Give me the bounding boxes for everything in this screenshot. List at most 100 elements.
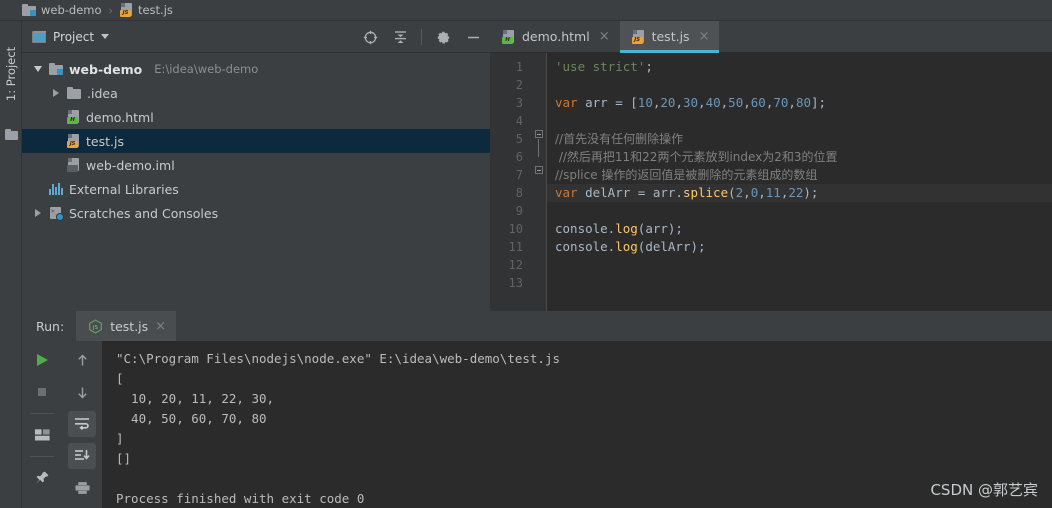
code-line: console.log(arr); xyxy=(555,220,1052,238)
scratches-icon: >_ xyxy=(49,206,64,221)
token: //splice 操作的返回值是被删除的元素组成的数组 xyxy=(555,168,818,182)
token: 20 xyxy=(660,95,676,110)
tab-test-js[interactable]: JS test.js × xyxy=(619,21,720,53)
token: 60 xyxy=(750,95,766,110)
run-panel: Run: JS test.js × "C:\Program Files\node… xyxy=(22,311,1052,508)
pin-button[interactable] xyxy=(28,465,56,491)
console-line: "C:\Program Files\nodejs\node.exe" E:\id… xyxy=(116,351,561,366)
select-opened-file-icon[interactable] xyxy=(361,28,379,46)
run-tab-test-js[interactable]: JS test.js × xyxy=(76,311,177,341)
code-text[interactable]: 'use strict'; var arr = [10,20,30,40,50,… xyxy=(546,53,1052,311)
iml-file-icon xyxy=(67,158,80,172)
minimize-icon[interactable] xyxy=(464,28,482,46)
tree-row-demo-html[interactable]: H demo.html xyxy=(22,105,490,129)
chevron-expanded-icon[interactable] xyxy=(32,66,43,72)
tree-label: .idea xyxy=(87,85,118,101)
project-panel-title-group[interactable]: Project xyxy=(32,29,110,44)
js-file-icon: JS xyxy=(67,134,80,148)
token: , xyxy=(743,95,751,110)
gear-icon[interactable] xyxy=(434,28,452,46)
sidebar-item-project[interactable]: 1: Project xyxy=(0,26,22,122)
tree-row-scratches[interactable]: >_ Scratches and Consoles xyxy=(22,201,490,225)
token: , xyxy=(788,95,796,110)
run-toolbar xyxy=(22,341,102,508)
scroll-to-end-button[interactable] xyxy=(68,443,96,469)
chevron-collapsed-icon[interactable] xyxy=(50,89,61,97)
line-number: 1 xyxy=(515,60,523,74)
arrow-up-button[interactable] xyxy=(68,347,96,373)
nodejs-icon: JS xyxy=(88,318,103,334)
page-title: Project xyxy=(53,29,95,44)
token: console. xyxy=(555,239,616,254)
line-number: 12 xyxy=(508,258,523,272)
token: 30 xyxy=(682,95,699,110)
code-line: 'use strict'; xyxy=(555,58,1052,76)
folder-icon[interactable] xyxy=(5,129,18,140)
printer-button[interactable] xyxy=(68,475,96,501)
console-output[interactable]: "C:\Program Files\nodejs\node.exe" E:\id… xyxy=(102,341,1052,508)
breadcrumb-file[interactable]: JS test.js xyxy=(119,3,173,17)
watermark: CSDN @郭艺宾 xyxy=(930,481,1038,499)
toolbar-divider xyxy=(30,413,54,414)
arrow-down-button[interactable] xyxy=(68,379,96,405)
tree-row-web-demo-iml[interactable]: web-demo.iml xyxy=(22,153,490,177)
collapse-all-icon[interactable] xyxy=(391,28,409,46)
soft-wrap-button[interactable] xyxy=(68,411,96,437)
code-folding-gutter[interactable] xyxy=(532,53,546,311)
code-line: //splice 操作的返回值是被删除的元素组成的数组 xyxy=(555,166,1052,184)
breadcrumb-separator: › xyxy=(108,3,113,17)
html-file-icon: H xyxy=(67,110,80,124)
tree-label: web-demo.iml xyxy=(86,157,175,173)
run-toolbar-left-column xyxy=(22,347,62,508)
line-number: 9 xyxy=(515,204,523,218)
line-number: 3 xyxy=(515,96,523,110)
tree-row-external-libraries[interactable]: External Libraries xyxy=(22,177,490,201)
run-button[interactable] xyxy=(28,347,56,373)
token: ); xyxy=(803,185,819,200)
close-icon[interactable]: × xyxy=(155,319,166,334)
tree-label: Scratches and Consoles xyxy=(69,205,219,221)
line-number: 8 xyxy=(515,186,523,200)
toolbar-divider xyxy=(30,456,54,457)
token: 40 xyxy=(705,95,721,110)
line-number-gutter: 1 2 3 4 5 6 7 8 9 10 11 12 13 xyxy=(490,53,532,311)
run-panel-header: Run: JS test.js × xyxy=(22,311,1052,341)
fold-marker-icon[interactable] xyxy=(535,130,543,138)
fold-region-line xyxy=(538,139,539,157)
tree-row-idea[interactable]: .idea xyxy=(22,81,490,105)
token: 22 xyxy=(788,185,804,200)
token: 10 xyxy=(637,95,653,110)
line-number: 4 xyxy=(515,114,523,128)
chevron-down-icon[interactable] xyxy=(101,34,110,39)
js-file-icon: JS xyxy=(631,29,645,44)
layout-button[interactable] xyxy=(28,422,56,448)
code-editor[interactable]: 1 2 3 4 5 6 7 8 9 10 11 12 13 'use stric… xyxy=(490,53,1052,311)
tree-label: External Libraries xyxy=(69,181,179,197)
close-icon[interactable]: × xyxy=(599,30,610,43)
folder-icon xyxy=(67,87,81,99)
line-number: 5 xyxy=(515,132,523,146)
token: delArr = arr. xyxy=(577,185,683,200)
console-line: 40, 50, 60, 70, 80 xyxy=(116,411,267,426)
tree-row-web-demo[interactable]: web-demo E:\idea\web-demo xyxy=(22,57,490,81)
token: console. xyxy=(555,221,616,236)
close-icon[interactable]: × xyxy=(699,30,710,43)
breadcrumb-file-label: test.js xyxy=(137,3,173,17)
line-number: 6 xyxy=(515,150,523,164)
token: //首先没有任何删除操作 xyxy=(555,132,684,146)
stop-button[interactable] xyxy=(28,379,56,405)
fold-marker-icon[interactable] xyxy=(535,166,543,174)
tree-label: web-demo xyxy=(69,61,143,77)
project-panel-actions xyxy=(361,21,482,53)
chevron-collapsed-icon[interactable] xyxy=(32,209,43,217)
module-icon xyxy=(22,4,36,16)
token: 50 xyxy=(728,95,744,110)
breadcrumb-project[interactable]: web-demo xyxy=(22,3,102,17)
tab-demo-html[interactable]: H demo.html × xyxy=(490,21,620,52)
breadcrumb-project-label: web-demo xyxy=(41,3,102,17)
tree-row-test-js[interactable]: JS test.js xyxy=(22,129,490,153)
